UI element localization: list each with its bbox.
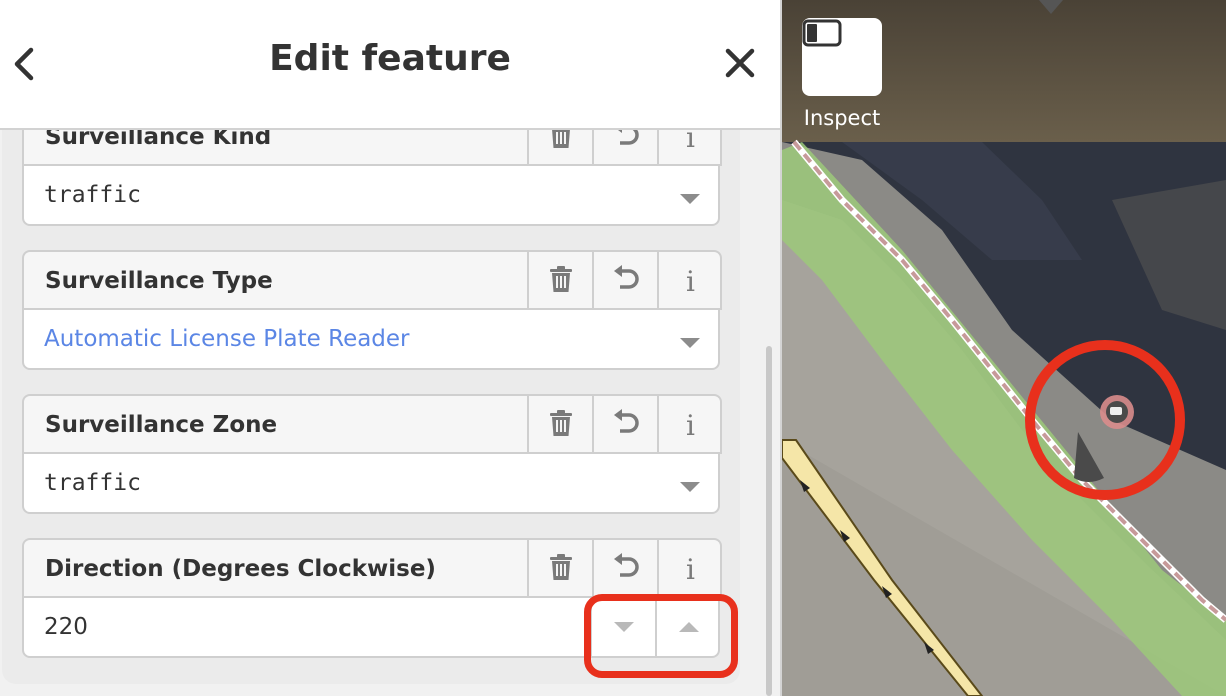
field-label-row: Direction (Degrees Clockwise) i xyxy=(22,538,722,598)
delete-field-button[interactable] xyxy=(527,540,592,598)
stepper-highlight-annotation xyxy=(584,594,738,678)
close-icon xyxy=(725,48,755,82)
undo-icon xyxy=(612,553,640,585)
scrollbar-thumb[interactable] xyxy=(766,346,772,696)
trash-icon xyxy=(548,265,574,297)
info-button[interactable]: i xyxy=(657,252,720,310)
combo-field[interactable]: Automatic License Plate Reader xyxy=(22,308,720,370)
inspect-label: Inspect xyxy=(803,106,881,130)
trash-icon xyxy=(548,553,574,585)
map-canvas[interactable]: Inspect xyxy=(782,0,1226,696)
sidebar: Surveillance Kind i traffic Surveillance… xyxy=(0,0,780,696)
field-label: Surveillance Type xyxy=(45,268,273,294)
trash-icon xyxy=(548,409,574,441)
info-button[interactable]: i xyxy=(657,540,720,598)
undo-icon xyxy=(612,409,640,441)
undo-field-button[interactable] xyxy=(592,396,657,454)
field-value: traffic xyxy=(44,470,141,496)
delete-field-button[interactable] xyxy=(527,396,592,454)
page-title: Edit feature xyxy=(269,38,511,79)
map-imagery xyxy=(782,0,1226,696)
header: Edit feature xyxy=(0,0,780,130)
field-label-row: Surveillance Type i xyxy=(22,250,722,310)
info-icon: i xyxy=(686,408,695,442)
info-button[interactable]: i xyxy=(657,396,720,454)
undo-field-button[interactable] xyxy=(592,540,657,598)
field-label-row: Surveillance Zone i xyxy=(22,394,722,454)
undo-field-button[interactable] xyxy=(592,252,657,310)
field-value: 220 xyxy=(44,614,88,640)
undo-icon xyxy=(612,265,640,297)
inspect-button[interactable] xyxy=(802,18,882,96)
combo-field[interactable]: traffic xyxy=(22,164,720,226)
field-label: Surveillance Zone xyxy=(45,412,278,438)
combo-field[interactable]: traffic xyxy=(22,452,720,514)
chevron-down-icon[interactable] xyxy=(680,482,700,492)
chevron-down-icon[interactable] xyxy=(680,338,700,348)
chevron-down-icon[interactable] xyxy=(680,194,700,204)
close-button[interactable] xyxy=(716,40,764,90)
field-value: Automatic License Plate Reader xyxy=(44,326,410,352)
delete-field-button[interactable] xyxy=(527,252,592,310)
field-value: traffic xyxy=(44,182,141,208)
info-icon: i xyxy=(686,264,695,298)
info-icon: i xyxy=(686,552,695,586)
field-label: Direction (Degrees Clockwise) xyxy=(45,556,436,582)
